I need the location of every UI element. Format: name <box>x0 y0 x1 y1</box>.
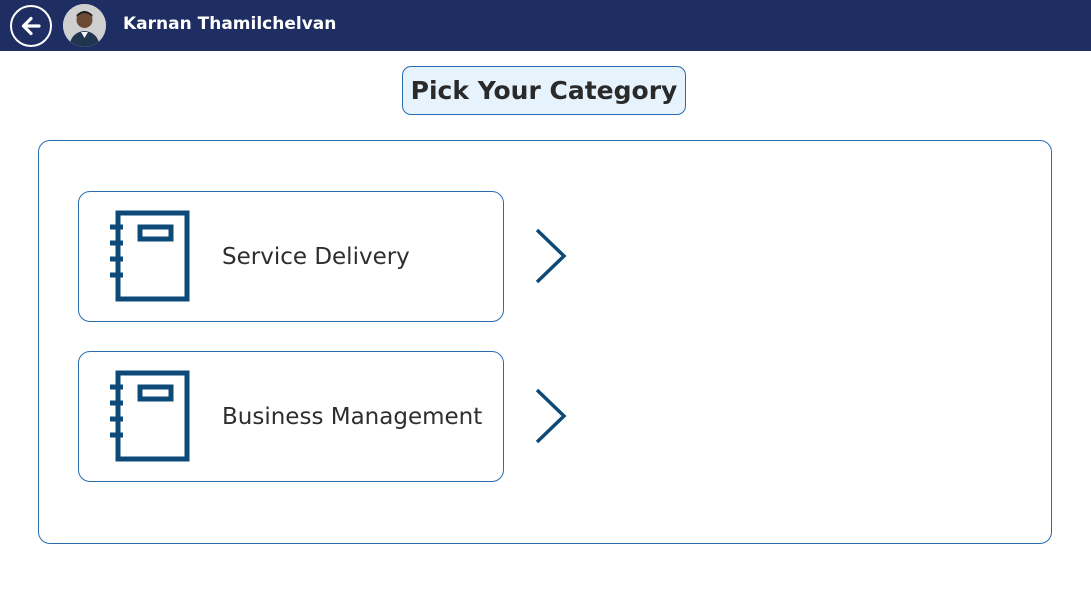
chevron-right-icon[interactable] <box>530 386 570 446</box>
back-button[interactable] <box>10 5 52 47</box>
back-arrow-icon <box>21 16 41 36</box>
chevron-right-icon[interactable] <box>530 226 570 286</box>
category-card-service-delivery[interactable]: Service Delivery <box>78 191 504 322</box>
category-label: Service Delivery <box>222 243 410 270</box>
category-card-business-management[interactable]: Business Management <box>78 351 504 482</box>
notebook-icon <box>110 370 190 462</box>
avatar[interactable] <box>63 4 106 47</box>
user-avatar-icon <box>63 4 106 47</box>
top-bar: Karnan Thamilchelvan <box>0 0 1091 51</box>
notebook-icon <box>110 210 190 302</box>
user-name: Karnan Thamilchelvan <box>123 14 337 34</box>
category-label: Business Management <box>222 403 483 430</box>
page-title: Pick Your Category <box>402 66 686 115</box>
